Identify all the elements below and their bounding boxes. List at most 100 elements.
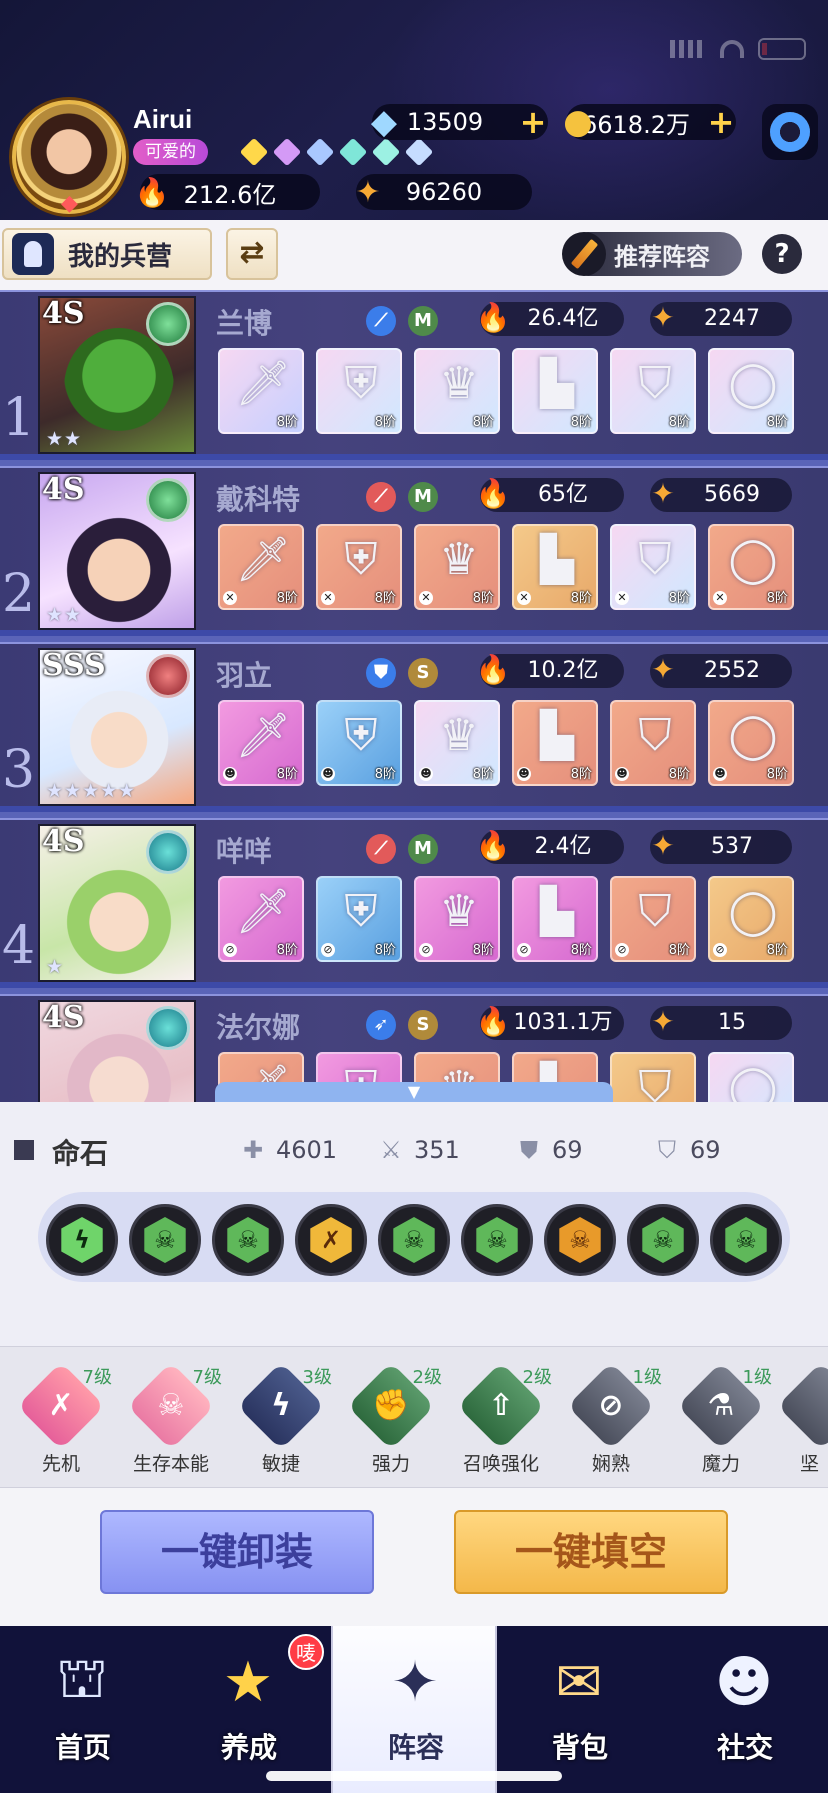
- gear-level: 8阶: [766, 415, 788, 430]
- trait-label: 召唤强化: [462, 1453, 539, 1475]
- hero-row[interactable]: 2 4S ★★ 戴科特 ⟋ M 🔥 65亿 ✦ 5669 🗡 8阶 ✕ ⛨ 8阶 ✕ ♛…: [0, 466, 828, 636]
- skull-gem-gold[interactable]: ☠: [544, 1204, 616, 1276]
- gear-slot-sword[interactable]: 🗡 8阶 ✕: [218, 524, 304, 610]
- skull-gem-green[interactable]: ☠: [627, 1204, 699, 1276]
- hero-portrait[interactable]: 4S ★★: [38, 472, 196, 630]
- cycle-mark-icon: ⊘: [517, 943, 531, 957]
- gear-slot-ring[interactable]: ◯ 8阶 ☻: [708, 700, 794, 786]
- gear-slot-helmet[interactable]: ♛ 8阶 ☻: [414, 700, 500, 786]
- trait-agility[interactable]: ϟ 3级 敏捷: [226, 1362, 336, 1477]
- gear-slot-emblem[interactable]: ⛉ 8阶 ⊘: [610, 876, 696, 962]
- skull-mark-icon: ☻: [713, 767, 727, 781]
- hero-portrait[interactable]: 4S ★★: [38, 296, 196, 454]
- trait-label: 魔力: [701, 1453, 740, 1475]
- gear-slot-armor[interactable]: ⛨ 8阶: [316, 348, 402, 434]
- gear-slot-sword[interactable]: 🗡 8阶: [218, 348, 304, 434]
- hero-list[interactable]: 1 4S ★★ 兰博 ⟋ M 🔥 26.4亿 ✦ 2247 🗡 8阶 ⛨ 8阶 ♛ 8…: [0, 290, 828, 1102]
- home-indicator[interactable]: [266, 1771, 562, 1781]
- gear-slot-ring[interactable]: ◯ 8阶 ⊘: [708, 876, 794, 962]
- trait-toughness[interactable]: 坚: [766, 1362, 828, 1477]
- hero-portrait[interactable]: 4S: [38, 1000, 196, 1102]
- hero-figure: [64, 856, 174, 976]
- wifi-icon: [720, 40, 744, 58]
- gear-slot-armor[interactable]: ⛨ 8阶 ⊘: [316, 876, 402, 962]
- gear-level: 8阶: [374, 415, 396, 430]
- nav-develop[interactable]: ★ 唛 养成: [166, 1626, 332, 1793]
- sword-icon: 🗡: [235, 710, 291, 761]
- hero-portrait[interactable]: 4S ★: [38, 824, 196, 982]
- trait-label: 娴熟: [591, 1453, 630, 1475]
- skull-gem-green[interactable]: ☠: [461, 1204, 533, 1276]
- nav-social[interactable]: ☻ 社交: [662, 1626, 828, 1793]
- gear-slot-emblem[interactable]: ⛉ 8阶: [610, 348, 696, 434]
- purple-star-icon: [272, 137, 302, 167]
- hero-stars: ★★: [46, 604, 83, 626]
- trait-proficiency[interactable]: ⊘ 1级 娴熟: [556, 1362, 666, 1477]
- hero-points-value: 15: [718, 1010, 746, 1035]
- role-badge: S: [408, 658, 438, 688]
- gear-slot-helmet[interactable]: ♛ 8阶 ⊘: [414, 876, 500, 962]
- gear-slot-sword[interactable]: 🗡 8阶 ⊘: [218, 876, 304, 962]
- hero-row[interactable]: 1 4S ★★ 兰博 ⟋ M 🔥 26.4亿 ✦ 2247 🗡 8阶 ⛨ 8阶 ♛ 8…: [0, 290, 828, 460]
- recommend-lineup-button[interactable]: 推荐阵容: [562, 232, 742, 276]
- gold-counter: ● 6618.2万 +: [563, 102, 736, 142]
- help-button[interactable]: ?: [762, 234, 802, 274]
- gear-slot-ring[interactable]: ◯ 8阶 ✕: [708, 524, 794, 610]
- collapse-handle[interactable]: ▼: [215, 1082, 613, 1102]
- gear-slot-emblem[interactable]: ⛉ 8阶 ✕: [610, 524, 696, 610]
- armor-icon: ⛨: [344, 710, 378, 761]
- trait-magic[interactable]: ⚗ 1级 魔力: [666, 1362, 776, 1477]
- player-avatar[interactable]: [12, 100, 126, 216]
- gear-slot-armor[interactable]: ⛨ 8阶 ✕: [316, 524, 402, 610]
- gear-slot-emblem[interactable]: ⛉: [610, 1052, 696, 1102]
- unequip-all-button[interactable]: 一键卸装: [100, 1510, 374, 1594]
- trait-initiative[interactable]: ✗ 7级 先机: [6, 1362, 116, 1477]
- stat-magic-defense-value: 69: [690, 1136, 721, 1164]
- row-index: 1: [2, 388, 36, 448]
- gear-slot-ring[interactable]: ◯: [708, 1052, 794, 1102]
- skull-gem-green[interactable]: ☠: [378, 1204, 450, 1276]
- hero-name: 戴科特: [216, 483, 301, 516]
- trait-bar[interactable]: ✗ 7级 先机 ☠ 7级 生存本能 ϟ 3级 敏捷 ✊ 2级 强力 ⇧ 2级 召…: [0, 1346, 828, 1488]
- trait-survival[interactable]: ☠ 7级 生存本能: [116, 1362, 226, 1477]
- gear-level: 8阶: [668, 591, 690, 606]
- gear-slot-sword[interactable]: 🗡 8阶 ☻: [218, 700, 304, 786]
- hero-stars: ★★: [46, 428, 83, 450]
- sword-gem-gold[interactable]: ✗: [295, 1204, 367, 1276]
- skull-gem-green[interactable]: ☠: [129, 1204, 201, 1276]
- hero-row[interactable]: 3 SSS ★★★★★ 羽立 ⛊ S 🔥 10.2亿 ✦ 2552 🗡 8阶 ☻ ⛨…: [0, 642, 828, 812]
- add-diamonds-button[interactable]: +: [518, 106, 548, 138]
- settings-button[interactable]: [762, 104, 818, 160]
- swap-button[interactable]: ⇄: [226, 228, 278, 280]
- add-gold-button[interactable]: +: [706, 106, 736, 138]
- nav-home[interactable]: ⛫ 首页: [0, 1626, 166, 1793]
- nav-lineup[interactable]: ✦ 阵容: [331, 1626, 497, 1793]
- hero-rank: 4S: [42, 296, 85, 331]
- gear-slot-boots[interactable]: ▙ 8阶 ✕: [512, 524, 598, 610]
- trait-summon[interactable]: ⇧ 2级 召唤强化: [446, 1362, 556, 1477]
- gear-slot-helmet[interactable]: ♛ 8阶: [414, 348, 500, 434]
- hero-portrait[interactable]: SSS ★★★★★: [38, 648, 196, 806]
- hero-row[interactable]: 4 4S ★ 咩咩 ⟋ M 🔥 2.4亿 ✦ 537 🗡 8阶 ⊘ ⛨ 8阶 ⊘ ♛ 8阶…: [0, 818, 828, 988]
- gear-slot-armor[interactable]: ⛨ 8阶 ☻: [316, 700, 402, 786]
- trait-strength[interactable]: ✊ 2级 强力: [336, 1362, 446, 1477]
- my-barracks-button[interactable]: 我的兵营: [2, 228, 212, 280]
- gear-slot-boots[interactable]: ▙ 8阶 ⊘: [512, 876, 598, 962]
- skull-gem-green[interactable]: ☠: [710, 1204, 782, 1276]
- fire-icon: 🔥: [475, 653, 511, 686]
- gear-slot-emblem[interactable]: ⛉ 8阶 ☻: [610, 700, 696, 786]
- gear-slot-helmet[interactable]: ♛ 8阶 ✕: [414, 524, 500, 610]
- auto-fill-button[interactable]: 一键填空: [454, 1510, 728, 1594]
- nav-bag[interactable]: ✉ 背包: [497, 1626, 663, 1793]
- skull-gem-green[interactable]: ☠: [212, 1204, 284, 1276]
- gear-slot-ring[interactable]: ◯ 8阶: [708, 348, 794, 434]
- emblem-icon: ⛉: [638, 358, 672, 409]
- gear-slot-boots[interactable]: ▙ 8阶 ☻: [512, 700, 598, 786]
- lightning-gem-green[interactable]: ϟ: [46, 1204, 118, 1276]
- gear-level: 8阶: [766, 943, 788, 958]
- trait-level: 7级: [192, 1367, 222, 1388]
- diamond-counter: ◆ 13509 +: [371, 102, 548, 142]
- hero-name: 咩咩: [216, 835, 273, 868]
- gear-slot-boots[interactable]: ▙ 8阶: [512, 348, 598, 434]
- gear-level: 8阶: [766, 767, 788, 782]
